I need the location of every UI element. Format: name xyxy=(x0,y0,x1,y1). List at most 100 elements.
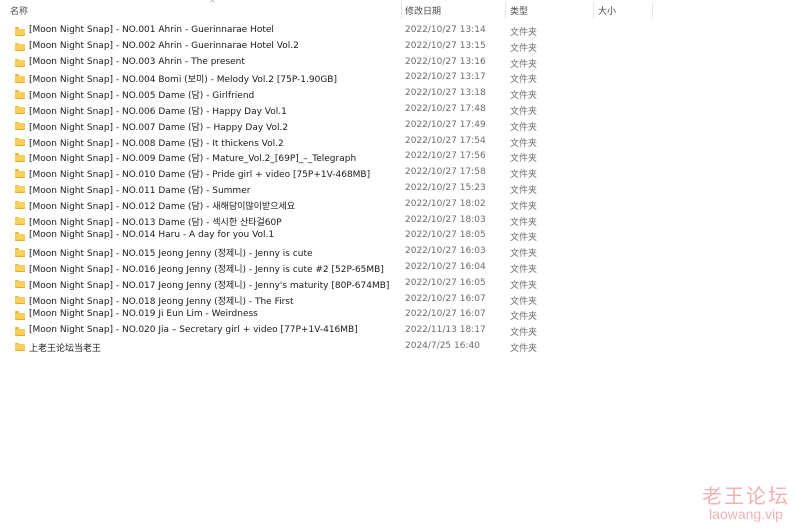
column-header-type-label: 类型 xyxy=(510,6,529,17)
column-header-date[interactable]: 修改日期 xyxy=(405,0,505,20)
file-list: [Moon Night Snap] - NO.001 Ahrin - Gueri… xyxy=(0,24,660,356)
file-type: 文件夹 xyxy=(510,138,538,149)
folder-icon xyxy=(15,327,25,336)
modified-date: 2022/10/27 17:58 xyxy=(405,167,486,178)
column-header-type[interactable]: 类型 xyxy=(510,0,595,20)
file-name: [Moon Night Snap] - NO.009 Dame (담) - Ma… xyxy=(29,154,357,165)
column-header-name[interactable]: 名称 ^ xyxy=(10,0,402,20)
column-header-name-label: 名称 xyxy=(10,6,29,17)
modified-date: 2022/10/27 17:48 xyxy=(405,103,486,114)
modified-date: 2022/10/27 18:02 xyxy=(405,198,486,209)
table-row[interactable]: [Moon Night Snap] - NO.013 Dame (담) - 섹시… xyxy=(0,214,660,230)
file-name: 上老王论坛当老王 xyxy=(29,343,102,354)
file-type: 文件夹 xyxy=(510,122,538,133)
folder-icon xyxy=(15,153,25,162)
table-row[interactable]: 上老王论坛当老王 2024/7/25 16:40 文件夹 xyxy=(0,340,660,356)
table-row[interactable]: [Moon Night Snap] - NO.001 Ahrin - Gueri… xyxy=(0,24,660,40)
table-row[interactable]: [Moon Night Snap] - NO.018 Jeong Jenny (… xyxy=(0,293,660,309)
modified-date: 2022/10/27 13:16 xyxy=(405,56,486,67)
column-divider[interactable] xyxy=(593,2,594,18)
column-header-size-label: 大小 xyxy=(598,6,617,17)
file-type: 文件夹 xyxy=(510,296,538,307)
folder-icon xyxy=(15,184,25,194)
folder-icon xyxy=(15,200,25,210)
table-row[interactable]: [Moon Night Snap] - NO.017 Jeong Jenny (… xyxy=(0,277,660,293)
table-row[interactable]: [Moon Night Snap] - NO.007 Dame (담) – Ha… xyxy=(0,119,660,135)
modified-date: 2022/10/27 18:05 xyxy=(405,230,486,241)
modified-date: 2022/10/27 15:23 xyxy=(405,182,486,193)
folder-icon xyxy=(15,216,25,226)
modified-date: 2024/7/25 16:40 xyxy=(405,340,480,351)
column-divider[interactable] xyxy=(505,2,506,18)
file-type: 文件夹 xyxy=(510,264,538,275)
folder-icon xyxy=(15,74,25,83)
folder-icon xyxy=(15,121,25,131)
folder-icon xyxy=(15,169,25,178)
file-name: [Moon Night Snap] - NO.011 Dame (담) - Su… xyxy=(29,185,251,196)
folder-icon xyxy=(15,263,25,273)
table-row[interactable]: [Moon Night Snap] - NO.019 Ji Eun Lim - … xyxy=(0,308,660,324)
column-divider[interactable] xyxy=(401,2,402,18)
file-type: 文件夹 xyxy=(510,154,538,165)
table-row[interactable]: [Moon Night Snap] - NO.005 Dame (담) - Gi… xyxy=(0,87,660,103)
column-header-size[interactable]: 大小 xyxy=(598,0,654,20)
modified-date: 2022/10/27 16:07 xyxy=(405,293,486,304)
file-explorer-window: 名称 ^ 修改日期 类型 大小 [Moon Night Snap] - NO.0… xyxy=(0,0,800,528)
folder-icon xyxy=(15,90,25,99)
table-row[interactable]: [Moon Night Snap] - NO.010 Dame (담) - Pr… xyxy=(0,166,660,182)
table-row[interactable]: [Moon Night Snap] - NO.016 Jeong Jenny (… xyxy=(0,261,660,277)
file-type: 文件夹 xyxy=(510,170,538,181)
modified-date: 2022/10/27 17:54 xyxy=(405,135,486,146)
folder-icon xyxy=(15,27,25,36)
folder-icon xyxy=(15,232,25,241)
file-name: [Moon Night Snap] - NO.004 Bomi (보미) - M… xyxy=(29,75,337,86)
table-row[interactable]: [Moon Night Snap] - NO.003 Ahrin - The p… xyxy=(0,56,660,72)
sort-ascending-icon: ^ xyxy=(209,0,216,8)
file-type: 文件夹 xyxy=(510,28,538,38)
modified-date: 2022/10/27 18:03 xyxy=(405,214,486,225)
file-name: [Moon Night Snap] - NO.005 Dame (담) - Gi… xyxy=(29,91,255,102)
file-name: [Moon Night Snap] - NO.010 Dame (담) - Pr… xyxy=(29,170,371,181)
file-name: [Moon Night Snap] - NO.007 Dame (담) – Ha… xyxy=(29,122,289,133)
file-name: [Moon Night Snap] - NO.001 Ahrin - Gueri… xyxy=(29,25,274,35)
table-row[interactable]: [Moon Night Snap] - NO.009 Dame (담) - Ma… xyxy=(0,150,660,166)
watermark: 老王论坛 laowang.vip xyxy=(702,485,790,522)
modified-date: 2022/10/27 13:14 xyxy=(405,25,486,35)
modified-date: 2022/11/13 18:17 xyxy=(405,325,486,336)
file-name: [Moon Night Snap] - NO.013 Dame (담) - 섹시… xyxy=(29,217,282,228)
table-row[interactable]: [Moon Night Snap] - NO.015 Jeong Jenny (… xyxy=(0,245,660,261)
file-type: 文件夹 xyxy=(510,59,538,70)
file-type: 文件夹 xyxy=(510,343,538,354)
table-row[interactable]: [Moon Night Snap] - NO.012 Dame (담) - 새해… xyxy=(0,198,660,214)
column-header-date-label: 修改日期 xyxy=(405,6,442,17)
modified-date: 2022/10/27 13:17 xyxy=(405,72,486,83)
file-name: [Moon Night Snap] - NO.018 Jeong Jenny (… xyxy=(29,296,294,307)
file-name: [Moon Night Snap] - NO.012 Dame (담) - 새해… xyxy=(29,201,296,212)
modified-date: 2022/10/27 16:04 xyxy=(405,261,486,272)
file-type: 文件夹 xyxy=(510,217,538,228)
table-row[interactable]: [Moon Night Snap] - NO.020 Jia – Secreta… xyxy=(0,324,660,340)
table-row[interactable]: [Moon Night Snap] - NO.004 Bomi (보미) - M… xyxy=(0,71,660,87)
file-name: [Moon Night Snap] - NO.008 Dame (담) - It… xyxy=(29,138,284,149)
file-name: [Moon Night Snap] - NO.002 Ahrin - Gueri… xyxy=(29,40,299,51)
modified-date: 2022/10/27 16:05 xyxy=(405,277,486,288)
file-type: 文件夹 xyxy=(510,233,538,244)
table-row[interactable]: [Moon Night Snap] - NO.014 Haru - A day … xyxy=(0,229,660,245)
table-row[interactable]: [Moon Night Snap] - NO.011 Dame (담) - Su… xyxy=(0,182,660,198)
modified-date: 2022/10/27 13:15 xyxy=(405,40,486,51)
file-type: 文件夹 xyxy=(510,75,538,86)
file-type: 文件夹 xyxy=(510,185,538,196)
column-divider[interactable] xyxy=(652,2,653,18)
folder-icon xyxy=(15,248,25,257)
folder-icon xyxy=(15,137,25,147)
table-row[interactable]: [Moon Night Snap] - NO.008 Dame (담) - It… xyxy=(0,135,660,151)
file-name: [Moon Night Snap] - NO.019 Ji Eun Lim - … xyxy=(29,309,258,320)
file-type: 文件夹 xyxy=(510,312,538,323)
file-type: 文件夹 xyxy=(510,106,538,117)
file-name: [Moon Night Snap] - NO.015 Jeong Jenny (… xyxy=(29,249,313,260)
folder-icon xyxy=(15,58,25,68)
file-name: [Moon Night Snap] - NO.020 Jia – Secreta… xyxy=(29,325,358,336)
modified-date: 2022/10/27 17:49 xyxy=(405,119,486,130)
table-row[interactable]: [Moon Night Snap] - NO.002 Ahrin - Gueri… xyxy=(0,40,660,56)
table-row[interactable]: [Moon Night Snap] - NO.006 Dame (담) - Ha… xyxy=(0,103,660,119)
